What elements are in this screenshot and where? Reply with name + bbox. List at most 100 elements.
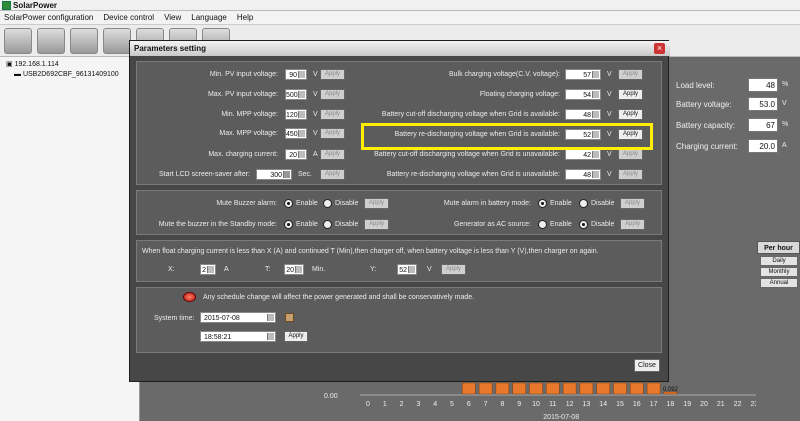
menu-solarpower-configuration[interactable]: SolarPower configuration bbox=[4, 11, 93, 24]
max-charging-current-label: Max. charging current: bbox=[208, 151, 278, 158]
mute-battery-mode-label: Mute alarm in battery mode: bbox=[443, 200, 531, 207]
max-charging-current-apply-button[interactable]: Apply bbox=[320, 149, 345, 160]
x-tick-label: 6 bbox=[467, 401, 471, 408]
mute-buzzer-enable-radio[interactable] bbox=[284, 199, 293, 208]
floating-charging-apply-button[interactable]: Apply bbox=[618, 89, 643, 100]
system-date-input[interactable]: 2015-07-08 bbox=[200, 312, 276, 323]
x-unit: A bbox=[224, 266, 229, 273]
lcd-screensaver-label: Start LCD screen-saver after: bbox=[158, 171, 250, 178]
generator-ac-apply-button[interactable]: Apply bbox=[620, 219, 645, 230]
charging-current-row: Charging current: 20.0 A bbox=[676, 139, 800, 155]
redischarge-grid-unavailable-apply-button[interactable]: Apply bbox=[618, 169, 643, 180]
min-mpp-input[interactable]: 120 bbox=[285, 109, 307, 120]
cutoff-grid-available-input[interactable]: 48 bbox=[565, 109, 601, 120]
max-mpp-input[interactable]: 450 bbox=[285, 128, 307, 139]
mute-standby-disable-radio[interactable] bbox=[323, 220, 332, 229]
monthly-button[interactable]: Monthly bbox=[760, 267, 798, 277]
max-pv-label: Max. PV input voltage: bbox=[207, 91, 278, 98]
max-mpp-unit: V bbox=[313, 130, 318, 137]
battery-voltage-row: Battery voltage: 53.0 V bbox=[676, 97, 800, 113]
redischarge-grid-unavailable-label: Battery re-discharging voltage when Grid… bbox=[386, 171, 560, 178]
t-input[interactable]: 20 bbox=[284, 264, 304, 275]
x-tick-label: 16 bbox=[633, 401, 641, 408]
bulk-charging-apply-button[interactable]: Apply bbox=[618, 69, 643, 80]
generator-ac-enable-radio[interactable] bbox=[538, 220, 547, 229]
monitor-icon[interactable] bbox=[4, 28, 32, 54]
annual-button[interactable]: Annual bbox=[760, 278, 798, 288]
tree-item-device[interactable]: ▬ USB2D692CBF_96131409100 bbox=[0, 68, 139, 78]
mute-standby-enable-label: Enable bbox=[296, 221, 318, 228]
x-axis-label: 2015-07-08 bbox=[543, 414, 579, 421]
mute-buzzer-apply-button[interactable]: Apply bbox=[364, 198, 389, 209]
min-pv-input[interactable]: 90 bbox=[285, 69, 307, 80]
x-tick-label: 21 bbox=[717, 401, 725, 408]
chart-icon[interactable] bbox=[70, 28, 98, 54]
daily-button[interactable]: Daily bbox=[760, 256, 798, 266]
max-mpp-apply-button[interactable]: Apply bbox=[320, 128, 345, 139]
close-icon[interactable]: × bbox=[654, 43, 665, 54]
network-icon: ▣ bbox=[6, 61, 15, 68]
mute-battery-mode-apply-button[interactable]: Apply bbox=[620, 198, 645, 209]
x-tick-label: 8 bbox=[500, 401, 504, 408]
x-input[interactable]: 2 bbox=[200, 264, 216, 275]
mute-battery-mode-disable-label: Disable bbox=[591, 200, 615, 207]
per-hour-tab[interactable]: Per hour bbox=[757, 241, 800, 254]
max-charging-current-input[interactable]: 20 bbox=[285, 149, 307, 160]
redischarge-grid-unavailable-input[interactable]: 48 bbox=[565, 169, 601, 180]
data-icon[interactable] bbox=[103, 28, 131, 54]
mute-standby-label: Mute the buzzer in the Standby mode: bbox=[158, 221, 277, 228]
y-unit: V bbox=[427, 266, 432, 273]
mute-battery-mode-enable-label: Enable bbox=[550, 200, 572, 207]
floating-charging-input[interactable]: 54 bbox=[565, 89, 601, 100]
min-pv-apply-button[interactable]: Apply bbox=[320, 69, 345, 80]
mute-buzzer-label: Mute Buzzer alarm: bbox=[216, 200, 277, 207]
x-tick-label: 5 bbox=[450, 401, 454, 408]
x-tick-label: 1 bbox=[383, 401, 387, 408]
x-tick-label: 9 bbox=[517, 401, 521, 408]
mute-battery-mode-disable-radio[interactable] bbox=[579, 199, 588, 208]
mute-standby-apply-button[interactable]: Apply bbox=[364, 219, 389, 230]
bulk-charging-input[interactable]: 57 bbox=[565, 69, 601, 80]
bar-hour-9 bbox=[512, 382, 526, 395]
cutoff-grid-available-unit: V bbox=[607, 111, 612, 118]
max-pv-apply-button[interactable]: Apply bbox=[320, 89, 345, 100]
mute-standby-enable-radio[interactable] bbox=[284, 220, 293, 229]
cutoff-grid-unavailable-input[interactable]: 42 bbox=[565, 149, 601, 160]
bulk-charging-label: Bulk charging voltage(C.V. voltage): bbox=[448, 71, 560, 78]
generator-ac-disable-label: Disable bbox=[591, 221, 615, 228]
generator-ac-disable-radio[interactable] bbox=[579, 220, 588, 229]
lcd-screensaver-select[interactable]: 300 bbox=[256, 169, 292, 180]
system-time-apply-button[interactable]: Apply bbox=[284, 331, 308, 342]
system-time-input[interactable]: 18:58:21 bbox=[200, 331, 276, 342]
close-button[interactable]: Close bbox=[634, 359, 660, 372]
y-input[interactable]: 52 bbox=[397, 264, 417, 275]
mute-buzzer-disable-radio[interactable] bbox=[323, 199, 332, 208]
lcd-screensaver-unit: Sec. bbox=[298, 171, 313, 178]
bar-hour-17 bbox=[646, 382, 661, 395]
cutoff-grid-available-apply-button[interactable]: Apply bbox=[618, 109, 643, 120]
menu-help[interactable]: Help bbox=[237, 11, 253, 24]
max-pv-input[interactable]: 500 bbox=[285, 89, 307, 100]
min-pv-unit: V bbox=[313, 71, 318, 78]
x-tick-label: 0 bbox=[366, 401, 370, 408]
tree-item-ip[interactable]: ▣ 192.168.1.114 bbox=[0, 57, 139, 68]
window-title-bar: SolarPower bbox=[0, 0, 800, 11]
load-level-row: Load level: 48% bbox=[676, 78, 800, 94]
generator-ac-label: Generator as AC source: bbox=[453, 221, 531, 228]
cutoff-grid-unavailable-unit: V bbox=[607, 151, 612, 158]
bar-hour-11 bbox=[546, 382, 560, 395]
calendar-icon[interactable] bbox=[285, 313, 294, 322]
menu-device-control[interactable]: Device control bbox=[103, 11, 154, 24]
menu-view[interactable]: View bbox=[164, 11, 181, 24]
cutoff-grid-unavailable-apply-button[interactable]: Apply bbox=[618, 149, 643, 160]
min-mpp-apply-button[interactable]: Apply bbox=[320, 109, 345, 120]
settings-icon[interactable] bbox=[37, 28, 65, 54]
x-tick-label: 20 bbox=[700, 401, 708, 408]
menu-language[interactable]: Language bbox=[191, 11, 227, 24]
float-charging-apply-button[interactable]: Apply bbox=[441, 264, 466, 275]
mute-battery-mode-enable-radio[interactable] bbox=[538, 199, 547, 208]
bar-hour-16 bbox=[630, 382, 644, 395]
bulk-charging-unit: V bbox=[607, 71, 612, 78]
bar-hour-7 bbox=[478, 382, 493, 395]
lcd-screensaver-apply-button[interactable]: Apply bbox=[320, 169, 345, 180]
